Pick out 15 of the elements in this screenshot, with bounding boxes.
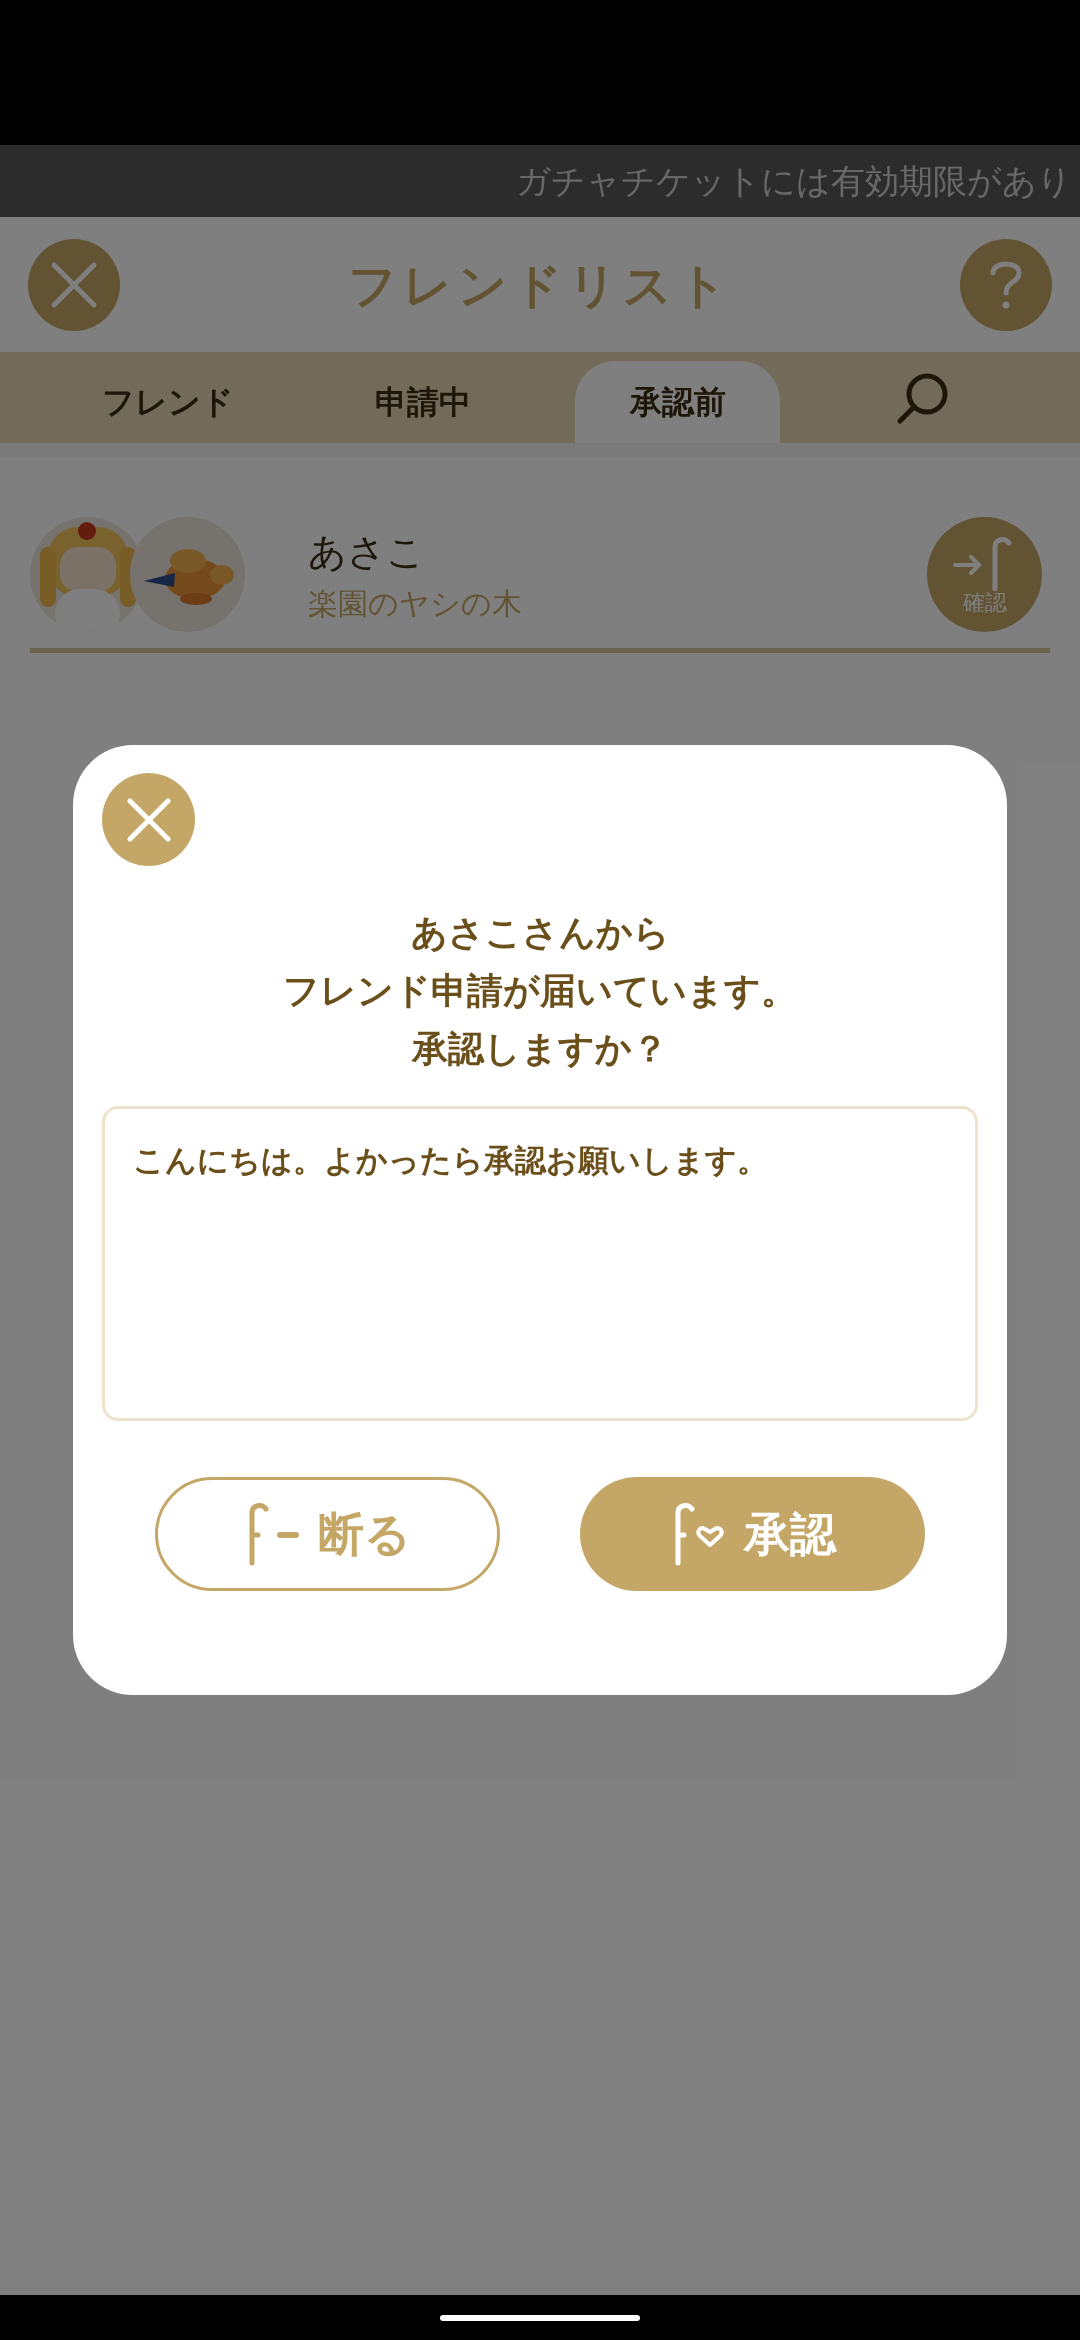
tab[interactable]: 承認前 xyxy=(575,361,780,443)
tab[interactable]: 申請中 xyxy=(320,361,525,443)
close-icon xyxy=(126,797,171,842)
accept-button[interactable]: 承認 xyxy=(580,1477,925,1591)
decline-button[interactable]: 断る xyxy=(155,1477,500,1591)
friend-name: あさこ xyxy=(308,528,426,576)
confirm-button[interactable]: 確認 xyxy=(927,517,1042,632)
message-box: こんにちは。よかったら承認お願いします。 xyxy=(102,1106,978,1421)
page-title: フレンドリスト xyxy=(347,255,733,315)
notice-banner-text: ガチャチケットには有効期限があり xyxy=(516,159,1072,203)
home-indicator[interactable] xyxy=(440,2314,640,2321)
dialog-message: あさこさんから フレンド申請が届いています。 承認しますか？ xyxy=(282,911,798,1071)
close-icon xyxy=(50,260,98,309)
friend-subtitle: 楽園のヤシの木 xyxy=(308,584,523,623)
tab[interactable]: フレンド xyxy=(65,361,270,443)
